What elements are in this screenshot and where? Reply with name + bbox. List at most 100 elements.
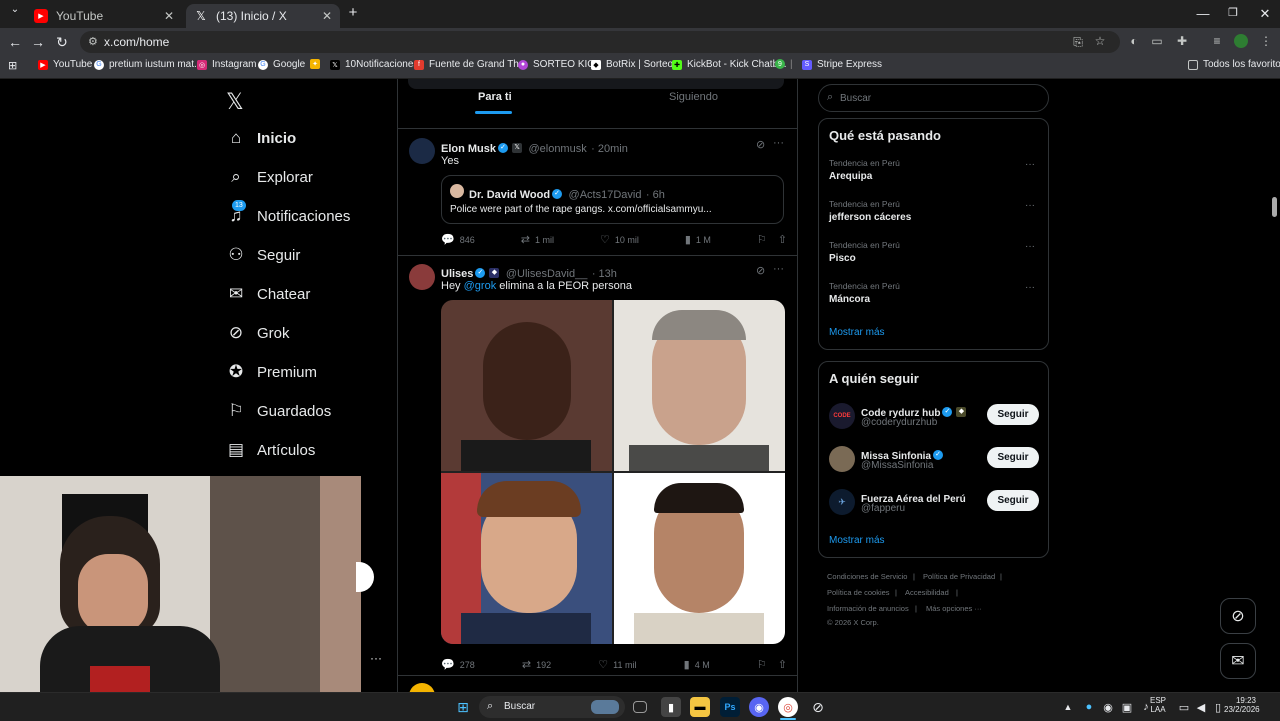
grok-icon[interactable]: ⊘ xyxy=(756,264,765,277)
tweet-image[interactable] xyxy=(614,473,785,644)
avatar[interactable] xyxy=(409,683,435,692)
author-name[interactable]: Ulises xyxy=(441,268,473,280)
back-icon[interactable]: ← xyxy=(5,34,25,50)
tray-icon[interactable]: ▣ xyxy=(1117,697,1137,717)
media-icon[interactable]: ≡ xyxy=(1209,34,1225,48)
views-button[interactable]: ▮ 4 M xyxy=(684,658,710,671)
tweet-image[interactable] xyxy=(441,473,612,644)
windows-start-icon[interactable]: ⊞ xyxy=(453,697,473,717)
author-handle[interactable]: @elonmusk xyxy=(528,143,586,155)
bookmark-button[interactable]: ⚐ ⇧ xyxy=(757,233,787,246)
footer-link-accessibility[interactable]: Accesibilidad xyxy=(905,588,949,597)
footer-link-cookies[interactable]: Política de cookies xyxy=(827,588,890,597)
avatar[interactable] xyxy=(409,264,435,290)
nav-explore[interactable]: ⌕ Explorar xyxy=(226,167,313,187)
bookmark-item[interactable]: 𝕏 10Notificaciones xyxy=(330,59,418,70)
tab-youtube[interactable]: ▶ YouTube ✕ xyxy=(26,4,182,28)
trend-name[interactable]: jefferson cáceres xyxy=(829,212,911,223)
bookmark-item[interactable]: ▶ YouTube xyxy=(38,59,92,70)
views-button[interactable]: ▮ 1 M xyxy=(685,233,711,246)
tweet[interactable]: Elon Musk ✓ 𝕏 @elonmusk · 20min ⊘ ··· Yes … xyxy=(398,129,797,256)
footer-link-more-options[interactable]: Más opciones ··· xyxy=(926,604,982,613)
bookmark-item[interactable]: ✦ xyxy=(310,59,325,69)
bookmark-item[interactable]: S Stripe Express xyxy=(802,59,882,70)
share-icon[interactable]: ⇧ xyxy=(778,658,787,671)
repost-button[interactable]: ⇄ 192 xyxy=(522,658,551,671)
tweet-image[interactable] xyxy=(614,300,785,471)
address-bar[interactable]: ⚙ x.com/home ⎘ ☆ xyxy=(80,31,1120,53)
extension-icon[interactable]: ◐ xyxy=(1126,34,1142,48)
close-icon[interactable]: ✕ xyxy=(322,9,332,23)
star-icon[interactable]: ☆ xyxy=(1092,34,1108,48)
tweet-time[interactable]: · 20min xyxy=(591,143,628,155)
grok-app-icon[interactable]: ⊘ xyxy=(808,697,828,717)
quoted-tweet[interactable]: Dr. David Wood ✓ @Acts17David · 6h Police… xyxy=(441,175,784,224)
nav-bookmarks[interactable]: ⚐ Guardados xyxy=(226,401,331,421)
discord-icon[interactable]: ◉ xyxy=(749,697,769,717)
page-scrollbar-thumb[interactable] xyxy=(1272,197,1277,217)
bookmark-item[interactable]: G Google xyxy=(258,59,305,70)
window-close-icon[interactable]: ✕ xyxy=(1250,6,1280,22)
reply-button[interactable]: 💬 846 xyxy=(441,233,475,246)
all-bookmarks-folder[interactable]: Todos los favoritos xyxy=(1188,59,1280,70)
tab-following[interactable]: Siguiendo xyxy=(669,91,718,103)
app-icon[interactable]: ▮ xyxy=(661,697,681,717)
reload-icon[interactable]: ↻ xyxy=(52,34,72,51)
nav-articles[interactable]: ▤ Artículos xyxy=(226,440,315,460)
tray-icon[interactable]: ◉ xyxy=(1098,697,1118,717)
author-name[interactable]: Elon Musk xyxy=(441,143,496,155)
more-icon[interactable]: ··· xyxy=(1025,200,1035,211)
file-explorer-icon[interactable]: ▬ xyxy=(690,697,710,717)
nav-premium[interactable]: ✪ Premium xyxy=(226,362,317,382)
nav-follow[interactable]: ⚇ Seguir xyxy=(226,245,300,265)
chevron-up-icon[interactable]: ▲ xyxy=(1058,697,1078,717)
tweet-image-grid[interactable] xyxy=(441,300,785,644)
photoshop-icon[interactable]: Ps xyxy=(720,697,740,717)
tab-x-home[interactable]: 𝕏 (13) Inicio / X ✕ xyxy=(186,4,340,28)
scroll-handle[interactable] xyxy=(356,562,374,592)
bookmark-item[interactable]: Gpretium iustum mat... xyxy=(94,59,202,70)
tweet[interactable]: Ulises ✓ ◆ @UlisesDavid__ · 13h ⊘ ··· Hey … xyxy=(398,255,797,676)
apps-grid-icon[interactable]: ⊞ xyxy=(8,59,17,72)
more-icon[interactable]: ··· xyxy=(773,263,784,275)
bookmark-button[interactable]: ⚐ ⇧ xyxy=(757,658,787,671)
language-indicator[interactable]: ESP LAA xyxy=(1150,696,1166,714)
footer-link-ads-info[interactable]: Información de anuncios xyxy=(827,604,909,613)
more-icon[interactable]: ··· xyxy=(1025,282,1035,293)
reply-button[interactable]: 💬 278 xyxy=(441,658,475,671)
nav-grok[interactable]: ⊘ Grok xyxy=(226,323,290,343)
menu-kebab-icon[interactable]: ⋮ xyxy=(1258,34,1274,48)
show-more-link[interactable]: Mostrar más xyxy=(829,327,885,338)
share-icon[interactable]: ⇧ xyxy=(778,233,787,246)
mention-link[interactable]: @grok xyxy=(464,280,497,292)
tab-for-you[interactable]: Para ti xyxy=(478,91,512,103)
search-input[interactable]: ⌕ Buscar xyxy=(818,84,1049,112)
clock[interactable]: 19:23 23/2/2026 xyxy=(1224,696,1260,714)
nav-chat[interactable]: ✉ Chatear xyxy=(226,284,311,304)
bookmark-item[interactable]: 9 xyxy=(775,59,790,69)
more-icon[interactable]: ··· xyxy=(1025,241,1035,252)
follow-suggestion[interactable]: ✈ Fuerza Aérea del Perú @fapperu Seguir xyxy=(819,486,1048,526)
bookmark-item[interactable]: ◎ Instagram xyxy=(197,59,256,70)
forward-icon[interactable]: → xyxy=(28,34,48,50)
trend-name[interactable]: Arequipa xyxy=(829,171,872,182)
more-options-icon[interactable]: ··· xyxy=(370,651,382,665)
profile-avatar[interactable] xyxy=(1234,34,1248,48)
nav-notifications[interactable]: ♫ 13 Notificaciones xyxy=(226,200,350,226)
site-info-icon[interactable]: ⚙ xyxy=(88,35,98,48)
nav-home[interactable]: ⌂ Inicio xyxy=(226,128,296,148)
follow-button[interactable]: Seguir xyxy=(987,447,1039,468)
chrome-icon[interactable]: ◎ xyxy=(778,697,798,717)
show-more-link[interactable]: Mostrar más xyxy=(829,535,885,546)
avatar[interactable] xyxy=(409,138,435,164)
follow-button[interactable]: Seguir xyxy=(987,490,1039,511)
bookmark-item[interactable]: ◆ BotRix | Sorteos xyxy=(591,59,678,70)
tray-icon[interactable]: ● xyxy=(1079,697,1099,717)
trend-name[interactable]: Máncora xyxy=(829,294,870,305)
extension-icon[interactable]: ▭ xyxy=(1149,34,1165,48)
avatar[interactable] xyxy=(829,446,855,472)
follow-button[interactable]: Seguir xyxy=(987,404,1039,425)
bookmark-item[interactable]: ✚ KickBot - Kick Chatb... xyxy=(672,59,786,70)
repost-button[interactable]: ⇄ 1 mil xyxy=(521,233,554,246)
author-handle[interactable]: @UlisesDavid__ xyxy=(506,268,587,280)
